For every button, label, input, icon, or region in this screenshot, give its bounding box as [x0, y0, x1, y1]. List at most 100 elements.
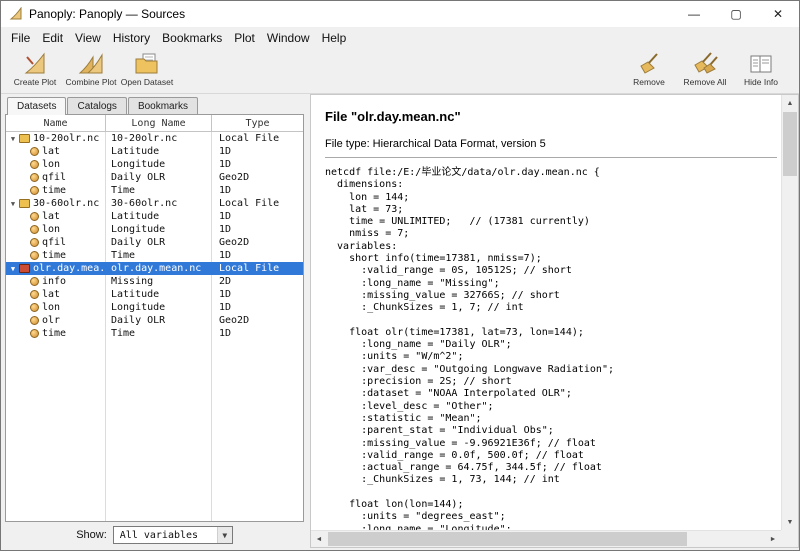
tab-catalogs[interactable]: Catalogs [67, 97, 126, 115]
tree-row[interactable]: lonLongitude1D [6, 301, 303, 314]
variables-filter-select[interactable]: All variables ▼ [113, 526, 233, 544]
tree-row[interactable]: qfilDaily OLRGeo2D [6, 171, 303, 184]
tree-longname-label: Missing [106, 276, 212, 287]
tree-row[interactable]: qfilDaily OLRGeo2D [6, 236, 303, 249]
scroll-right-arrow[interactable]: ► [765, 531, 781, 547]
tree-row[interactable]: lon Longitude1D [6, 223, 303, 236]
tree-longname-label: Time [106, 250, 212, 261]
tree-name-label: olr.day.mea... [33, 263, 106, 274]
tree-type-label: 1D [212, 250, 303, 261]
tree-type-label: 1D [212, 302, 303, 313]
variable-icon [30, 173, 39, 182]
dataset-icon [19, 199, 30, 208]
horizontal-scroll-track[interactable] [327, 531, 765, 547]
tab-bookmarks[interactable]: Bookmarks [128, 97, 198, 115]
tree-longname-label: Longitude [106, 224, 212, 235]
window-controls: — ▢ ✕ [673, 1, 799, 27]
expander-icon[interactable]: ▼ [7, 200, 19, 208]
tree-longname-label: Longitude [106, 159, 212, 170]
dataset-icon [19, 134, 30, 143]
tree-longname-label: Latitude [106, 211, 212, 222]
tree-longname-label: Latitude [106, 289, 212, 300]
tree-row[interactable]: infoMissing2D [6, 275, 303, 288]
create-plot-button[interactable]: Create Plot [7, 50, 63, 87]
tree-type-label: 1D [212, 289, 303, 300]
open-dataset-button[interactable]: Open Dataset [119, 50, 175, 87]
show-label: Show: [76, 529, 107, 541]
tree-row[interactable]: latLatitude1D [6, 210, 303, 223]
tree-name-label: qfil [42, 172, 66, 183]
toolbar: Create Plot Combine Plot Open Dataset [1, 48, 799, 94]
info-view: File "olr.day.mean.nc" File type: Hierar… [311, 95, 781, 530]
menu-view[interactable]: View [69, 29, 107, 47]
hide-info-button[interactable]: Hide Info [733, 50, 789, 87]
tree-longname-label: olr.day.mean.nc [106, 263, 212, 274]
close-button[interactable]: ✕ [757, 1, 799, 27]
tree-type-label: 1D [212, 146, 303, 157]
remove-all-label: Remove All [684, 77, 727, 87]
dataset-tree: Name Long Name Type ▼10-20olr.nc10-20olr… [5, 114, 304, 522]
column-header-name[interactable]: Name [6, 115, 106, 131]
tree-row[interactable]: timeTime1D [6, 184, 303, 197]
main-content: Datasets Catalogs Bookmarks Name Long Na… [1, 94, 799, 550]
tree-row[interactable]: ▼30-60olr.nc30-60olr.ncLocal File [6, 197, 303, 210]
tree-name-label: lon [42, 224, 60, 235]
toolbar-right-group: Remove Remove All Hide Info [621, 50, 789, 87]
menu-file[interactable]: File [5, 29, 36, 47]
variable-icon [30, 225, 39, 234]
scrollbar-corner [781, 530, 798, 547]
horizontal-scrollbar[interactable]: ◄ ► [311, 530, 781, 547]
variable-icon [30, 290, 39, 299]
menu-edit[interactable]: Edit [36, 29, 69, 47]
expander-icon[interactable]: ▼ [7, 135, 19, 143]
chevron-down-icon: ▼ [217, 527, 232, 543]
tree-type-label: 1D [212, 224, 303, 235]
combine-plot-button[interactable]: Combine Plot [63, 50, 119, 87]
tree-type-label: Geo2D [212, 172, 303, 183]
tree-row[interactable]: lonLongitude1D [6, 158, 303, 171]
variable-icon [30, 277, 39, 286]
tab-datasets[interactable]: Datasets [7, 97, 66, 115]
menu-help[interactable]: Help [316, 29, 353, 47]
info-file-type: File type: Hierarchical Data Format, ver… [325, 138, 777, 158]
horizontal-scroll-thumb[interactable] [328, 532, 687, 546]
combine-plot-label: Combine Plot [65, 77, 116, 87]
tree-type-label: 1D [212, 211, 303, 222]
sources-panel: Datasets Catalogs Bookmarks Name Long Na… [1, 94, 304, 550]
tree-row[interactable]: ▼ olr.day.mea...olr.day.mean.ncLocal File [6, 262, 303, 275]
column-header-long-name[interactable]: Long Name [106, 115, 212, 131]
vertical-scroll-track[interactable] [782, 111, 798, 514]
tree-row[interactable]: timeTime1D [6, 327, 303, 340]
tree-name-label: lon [42, 302, 60, 313]
maximize-button[interactable]: ▢ [715, 1, 757, 27]
info-panel: File "olr.day.mean.nc" File type: Hierar… [310, 94, 799, 548]
tree-row[interactable]: timeTime1D [6, 249, 303, 262]
tree-name-label: time [42, 328, 66, 339]
menu-bookmarks[interactable]: Bookmarks [156, 29, 228, 47]
variable-icon [30, 329, 39, 338]
menu-plot[interactable]: Plot [228, 29, 261, 47]
remove-all-button[interactable]: Remove All [677, 50, 733, 87]
vertical-scroll-thumb[interactable] [783, 112, 797, 176]
tree-name-label: lat [42, 289, 60, 300]
scroll-left-arrow[interactable]: ◄ [311, 531, 327, 547]
expander-icon[interactable]: ▼ [7, 265, 19, 273]
tree-row[interactable]: olrDaily OLRGeo2D [6, 314, 303, 327]
tree-longname-label: 30-60olr.nc [106, 198, 212, 209]
tree-type-label: Local File [212, 263, 303, 274]
vertical-scrollbar[interactable]: ▲ ▼ [781, 95, 798, 530]
tree-name-label: qfil [42, 237, 66, 248]
open-dataset-icon [134, 51, 160, 77]
menu-window[interactable]: Window [261, 29, 316, 47]
variable-icon [30, 316, 39, 325]
column-header-type[interactable]: Type [212, 115, 303, 131]
tree-row[interactable]: ▼10-20olr.nc10-20olr.ncLocal File [6, 132, 303, 145]
scroll-up-arrow[interactable]: ▲ [782, 95, 798, 111]
tree-row[interactable]: latLatitude1D [6, 145, 303, 158]
menu-history[interactable]: History [107, 29, 156, 47]
tree-longname-label: Time [106, 328, 212, 339]
scroll-down-arrow[interactable]: ▼ [782, 514, 798, 530]
tree-row[interactable]: lat Latitude1D [6, 288, 303, 301]
remove-button[interactable]: Remove [621, 50, 677, 87]
minimize-button[interactable]: — [673, 1, 715, 27]
